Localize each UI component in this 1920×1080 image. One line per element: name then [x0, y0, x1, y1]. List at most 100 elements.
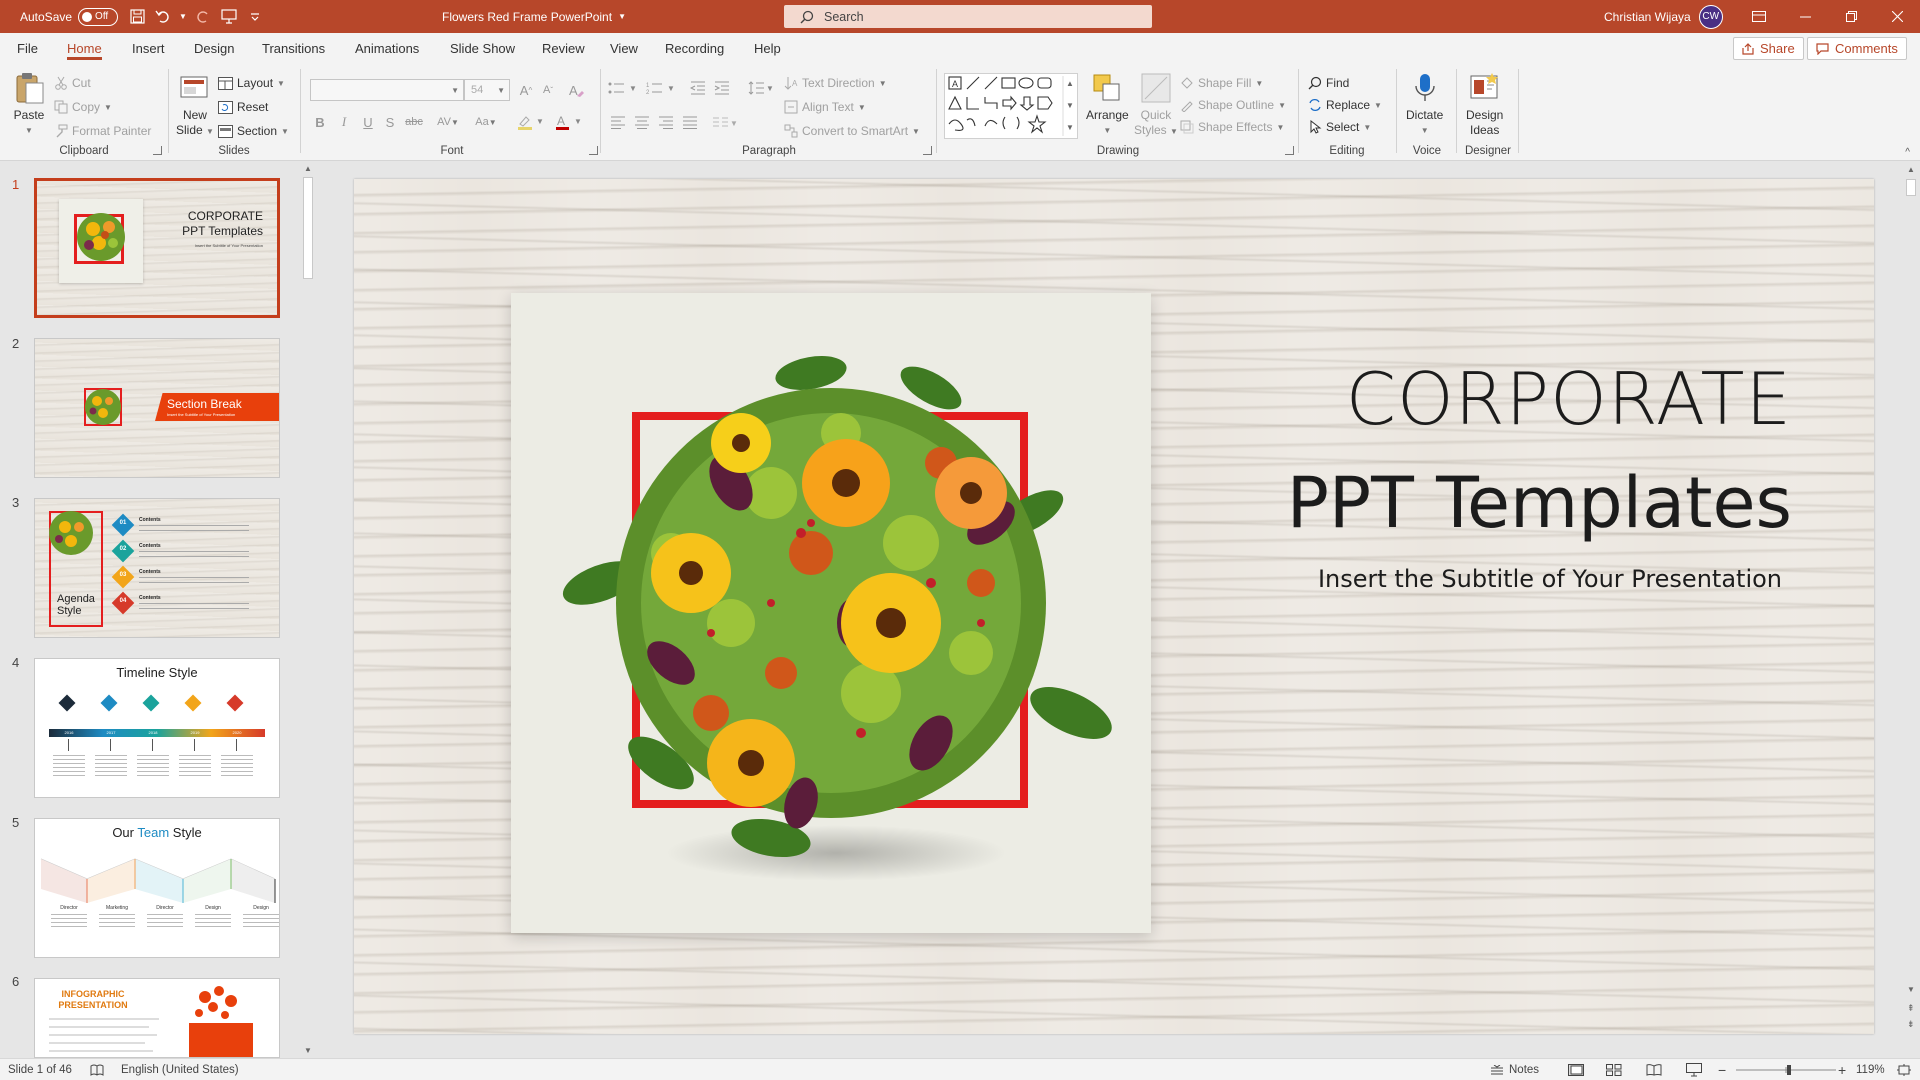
autosave-control[interactable]: AutoSave Off: [20, 0, 119, 33]
undo-icon[interactable]: [150, 0, 176, 33]
strikethrough-icon[interactable]: abc: [404, 111, 424, 133]
search-box[interactable]: Search: [784, 5, 1152, 28]
clear-formatting-icon[interactable]: A: [566, 79, 586, 101]
underline-icon[interactable]: U: [358, 111, 378, 133]
copy-button[interactable]: Copy ▼: [54, 97, 112, 117]
save-icon[interactable]: [124, 0, 150, 33]
flower-bouquet-image[interactable]: [511, 293, 1151, 933]
text-direction-button[interactable]: A Text Direction ▼: [784, 73, 887, 93]
slide-thumbnail-1[interactable]: CORPORATE PPT Templates Insert the Subti…: [34, 178, 280, 318]
new-slide-button[interactable]: New Slide ▼: [176, 71, 214, 139]
collapse-ribbon-icon[interactable]: ^: [1905, 147, 1910, 158]
dictate-button[interactable]: Dictate ▼: [1406, 71, 1443, 138]
scroll-down-icon[interactable]: ▼: [1907, 985, 1915, 994]
columns-icon[interactable]: ▼: [710, 111, 740, 133]
zoom-slider[interactable]: [1736, 1059, 1836, 1080]
numbering-icon[interactable]: 1 2 ▼: [644, 77, 678, 99]
slide-thumbnail-6[interactable]: INFOGRAPHIC PRESENTATION: [34, 978, 280, 1058]
next-slide-icon[interactable]: ⇟: [1907, 1019, 1915, 1030]
find-button[interactable]: Find: [1308, 73, 1349, 93]
scroll-up-icon[interactable]: ▲: [304, 164, 312, 173]
clipboard-dialog-launcher[interactable]: [153, 146, 162, 155]
shape-outline-button[interactable]: Shape Outline ▼: [1180, 95, 1286, 115]
quick-styles-button[interactable]: Quick Styles ▼: [1134, 71, 1178, 139]
tab-insert[interactable]: Insert: [132, 33, 165, 63]
slide-scroll-thumb[interactable]: [1906, 179, 1916, 196]
normal-view-button[interactable]: [1568, 1059, 1584, 1080]
thumbnail-scroll-thumb[interactable]: [303, 177, 313, 279]
increase-indent-icon[interactable]: [712, 77, 732, 99]
format-painter-button[interactable]: Format Painter: [54, 121, 151, 141]
decrease-indent-icon[interactable]: [688, 77, 708, 99]
tab-review[interactable]: Review: [542, 33, 585, 63]
thumbnail-scrollbar[interactable]: ▲ ▼: [300, 161, 316, 1058]
close-icon[interactable]: [1874, 0, 1920, 33]
decrease-font-size-icon[interactable]: Aˇ: [538, 79, 558, 101]
highlight-color-icon[interactable]: ▼: [514, 111, 546, 133]
font-dialog-launcher[interactable]: [589, 146, 598, 155]
slide-subtitle[interactable]: Insert the Subtitle of Your Presentation: [1318, 565, 1782, 593]
previous-slide-icon[interactable]: ⇞: [1907, 1003, 1915, 1014]
slide-thumbnail-5[interactable]: Our Team Style Director Marketing Director…: [34, 818, 280, 958]
slide-thumbnail-2[interactable]: Section Break Insert the Subtitle of You…: [34, 338, 280, 478]
italic-icon[interactable]: I: [334, 111, 354, 133]
align-center-icon[interactable]: [632, 111, 652, 133]
ribbon-display-options-icon[interactable]: [1736, 0, 1782, 33]
reset-button[interactable]: Reset: [218, 97, 268, 117]
bold-icon[interactable]: B: [310, 111, 330, 133]
language-indicator[interactable]: English (United States): [121, 1059, 239, 1080]
slide-show-button[interactable]: [1686, 1059, 1702, 1080]
minimize-icon[interactable]: [1782, 0, 1828, 33]
design-ideas-button[interactable]: Design Ideas: [1466, 71, 1503, 138]
tab-slide-show[interactable]: Slide Show: [450, 33, 515, 63]
tab-recording[interactable]: Recording: [665, 33, 724, 63]
shape-effects-button[interactable]: Shape Effects ▼: [1180, 117, 1284, 137]
select-button[interactable]: Select ▼: [1308, 117, 1371, 137]
present-from-start-icon[interactable]: [216, 0, 242, 33]
autosave-toggle[interactable]: Off: [78, 7, 119, 26]
tab-file[interactable]: File: [17, 33, 38, 63]
document-title[interactable]: Flowers Red Frame PowerPoint ▼: [442, 0, 626, 33]
slide-thumbnail-4[interactable]: Timeline Style 2016 2017 2018 2019 2020: [34, 658, 280, 798]
reading-view-button[interactable]: [1646, 1059, 1662, 1080]
restore-icon[interactable]: [1828, 0, 1874, 33]
slide-title-line-2[interactable]: PPT Templates: [1287, 462, 1792, 544]
zoom-level[interactable]: 119%: [1856, 1059, 1885, 1080]
slide-paper-card[interactable]: [511, 293, 1151, 933]
change-case-icon[interactable]: Aa ▼: [470, 111, 502, 133]
cut-button[interactable]: Cut: [54, 73, 91, 93]
tab-animations[interactable]: Animations: [355, 33, 419, 63]
slide-thumbnail-3[interactable]: Agenda Style 01 Contents 02 Contents 03 Conte…: [34, 498, 280, 638]
convert-smartart-button[interactable]: Convert to SmartArt ▼: [784, 121, 920, 141]
font-color-icon[interactable]: A ▼: [552, 111, 584, 133]
align-left-icon[interactable]: [608, 111, 628, 133]
redo-icon[interactable]: [190, 0, 216, 33]
paste-button[interactable]: Paste ▼: [12, 71, 46, 138]
zoom-out-button[interactable]: −: [1718, 1059, 1726, 1080]
slide-title-line-1[interactable]: CORPORATE: [1346, 357, 1792, 441]
align-right-icon[interactable]: [656, 111, 676, 133]
bullets-icon[interactable]: ▼: [606, 77, 640, 99]
scroll-up-icon[interactable]: ▲: [1907, 165, 1915, 174]
font-name-combo[interactable]: ▼: [310, 79, 464, 101]
slide-counter[interactable]: Slide 1 of 46: [8, 1059, 72, 1080]
zoom-slider-thumb[interactable]: [1787, 1065, 1791, 1075]
fit-to-window-button[interactable]: [1896, 1059, 1912, 1080]
line-spacing-icon[interactable]: ▼: [746, 77, 776, 99]
customize-toolbar-icon[interactable]: [242, 0, 268, 33]
tab-help[interactable]: Help: [754, 33, 781, 63]
notes-button[interactable]: Notes: [1490, 1059, 1539, 1080]
increase-font-size-icon[interactable]: A ^: [516, 79, 536, 101]
slide-canvas[interactable]: CORPORATE PPT Templates Insert the Subti…: [354, 179, 1874, 1034]
tab-home[interactable]: Home: [67, 33, 102, 63]
tab-design[interactable]: Design: [194, 33, 234, 63]
share-button[interactable]: Share: [1733, 37, 1804, 60]
slide-vertical-scrollbar[interactable]: ▲ ▼ ⇞ ⇟: [1902, 161, 1920, 1058]
spelling-check[interactable]: [90, 1059, 104, 1080]
zoom-in-button[interactable]: +: [1838, 1059, 1846, 1080]
scroll-down-icon[interactable]: ▼: [304, 1046, 312, 1055]
slide-sorter-button[interactable]: [1606, 1059, 1622, 1080]
tab-view[interactable]: View: [610, 33, 638, 63]
align-text-button[interactable]: Align Text ▼: [784, 97, 866, 117]
drawing-dialog-launcher[interactable]: [1285, 146, 1294, 155]
